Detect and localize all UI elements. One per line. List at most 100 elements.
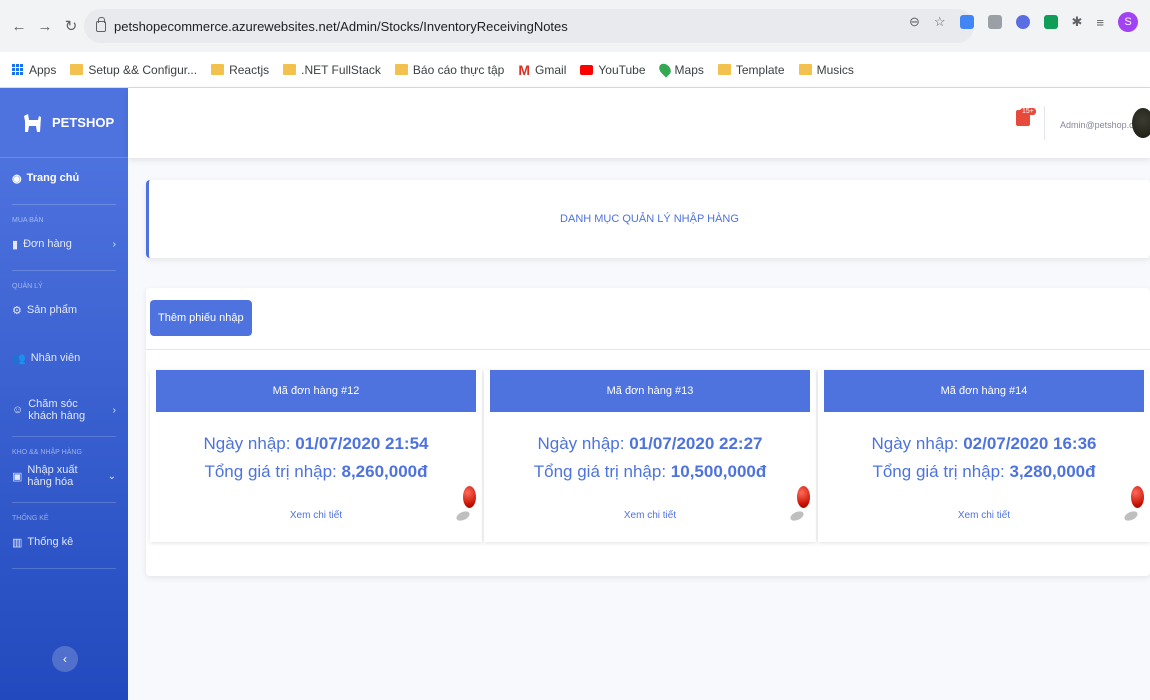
bookmark-label: Maps <box>674 62 704 77</box>
reload-icon[interactable]: ↻ <box>60 15 82 37</box>
section-heading: THỐNG KÊ <box>12 515 49 522</box>
folder-icon <box>211 64 225 75</box>
dog-icon <box>24 113 41 132</box>
total-label: Tổng giá trị nhập: <box>872 462 1010 481</box>
receiving-notes-card: Thêm phiếu nhập Mã đơn hàng #12 Ngày nhậ… <box>146 288 1150 576</box>
order-header: Mã đơn hàng #12 <box>156 370 476 412</box>
back-icon[interactable]: ← <box>8 15 30 37</box>
extension-icon[interactable] <box>1043 15 1058 29</box>
bookmark-dotnet[interactable]: .NET FullStack <box>283 63 381 77</box>
order-total: Tổng giá trị nhập: 8,260,000đ <box>150 462 482 482</box>
date-label: Ngày nhập: <box>871 434 964 453</box>
forward-icon[interactable]: → <box>34 15 56 37</box>
sidebar-item-customer-care[interactable]: ☺ Chăm sóc khách hàng › <box>0 390 128 430</box>
sidebar-item-label: Thống kê <box>27 536 74 548</box>
page-title-card: DANH MỤC QUẢN LÝ NHẬP HÀNG <box>146 180 1150 258</box>
bookmark-maps[interactable]: Maps <box>656 61 704 78</box>
support-icon: ☺ <box>12 404 24 416</box>
bookmarks-bar: Apps Setup && Configur... Reactjs .NET F… <box>0 52 1150 88</box>
sidebar-brand[interactable]: PETSHOP <box>0 88 128 158</box>
bookmark-label: Setup && Configur... <box>88 62 198 77</box>
folder-icon: ▮ <box>12 238 19 251</box>
folder-icon <box>717 64 731 75</box>
date-value: 01/07/2020 22:27 <box>629 434 763 453</box>
sidebar-toggle-button[interactable]: ‹ <box>52 646 78 672</box>
bookmark-label: Báo cáo thực tập <box>412 62 505 77</box>
order-header: Mã đơn hàng #14 <box>824 370 1144 412</box>
divider <box>12 502 116 503</box>
puzzle-icon[interactable]: ✱ <box>1072 14 1083 30</box>
url-text: petshopecommerce.azurewebsites.net/Admin… <box>114 18 568 34</box>
divider <box>1044 106 1045 140</box>
extension-icon[interactable] <box>959 15 974 29</box>
sidebar-item-stats[interactable]: ▥ Thống kê <box>0 522 128 562</box>
section-heading: KHO && NHẬP HÀNG <box>12 449 82 456</box>
pushpin-icon <box>1122 486 1144 526</box>
bookmark-gmail[interactable]: M Gmail <box>518 62 566 78</box>
view-details-link[interactable]: Xem chi tiết <box>150 510 482 521</box>
bookmark-youtube[interactable]: YouTube <box>580 62 646 77</box>
translate-icon[interactable] <box>987 15 1002 29</box>
sidebar-item-staff[interactable]: 👥 Nhân viên <box>0 338 128 378</box>
box-icon: ▣ <box>12 470 23 483</box>
view-details-link[interactable]: Xem chi tiết <box>818 510 1150 521</box>
date-value: 02/07/2020 16:36 <box>963 434 1097 453</box>
add-receiving-note-button[interactable]: Thêm phiếu nhập <box>150 300 252 336</box>
view-details-link[interactable]: Xem chi tiết <box>484 510 816 521</box>
sidebar-item-label: Đơn hàng <box>23 238 72 250</box>
divider <box>12 204 116 205</box>
bookmark-label: Template <box>735 62 785 77</box>
folder-icon <box>394 64 408 75</box>
bookmark-setup[interactable]: Setup && Configur... <box>70 63 197 77</box>
sidebar-item-import-export[interactable]: ▣ Nhập xuất hàng hóa ⌄ <box>0 456 128 496</box>
sidebar-item-label: Nhân viên <box>30 352 81 364</box>
address-bar[interactable]: petshopecommerce.azurewebsites.net/Admin… <box>84 9 974 43</box>
pushpin-icon <box>454 486 476 526</box>
total-value: 8,260,000đ <box>341 462 428 481</box>
total-label: Tổng giá trị nhập: <box>204 462 342 481</box>
bookmark-label: YouTube <box>598 62 646 77</box>
bookmark-apps[interactable]: Apps <box>12 63 56 77</box>
divider <box>12 270 116 271</box>
divider <box>12 436 116 437</box>
bookmark-template[interactable]: Template <box>717 62 785 77</box>
chevron-right-icon: › <box>112 404 116 416</box>
users-icon: 👥 <box>12 352 26 365</box>
sidebar-item-home[interactable]: ◉ Trang chủ <box>0 158 128 198</box>
browser-toolbar: ← → ↻ petshopecommerce.azurewebsites.net… <box>0 0 1150 52</box>
profile-avatar[interactable]: S <box>1118 12 1138 32</box>
divider <box>12 568 116 569</box>
section-heading: MUA BÁN <box>12 217 44 224</box>
zoom-icon[interactable]: ⊖ <box>909 14 920 30</box>
folder-icon <box>283 64 297 75</box>
order-date: Ngày nhập: 01/07/2020 22:27 <box>484 434 816 454</box>
alert-badge: 15+ <box>1020 108 1036 115</box>
sidebar-item-label: Sản phẩm <box>26 304 78 316</box>
sidebar-item-products[interactable]: ⚙ Sản phẩm <box>0 290 128 330</box>
order-date: Ngày nhập: 02/07/2020 16:36 <box>818 434 1150 454</box>
sidebar-item-label: Nhập xuất hàng hóa <box>27 464 78 488</box>
brand-name: PETSHOP <box>52 115 115 130</box>
order-header: Mã đơn hàng #13 <box>490 370 810 412</box>
order-card: Mã đơn hàng #14 Ngày nhập: 02/07/2020 16… <box>818 370 1150 542</box>
bookmark-label: Apps <box>29 62 57 77</box>
bookmark-reactjs[interactable]: Reactjs <box>211 63 269 77</box>
date-label: Ngày nhập: <box>203 434 296 453</box>
reading-list-icon[interactable]: ≡ <box>1096 15 1104 30</box>
bookmark-report[interactable]: Báo cáo thực tập <box>394 62 505 77</box>
pushpin-icon <box>788 486 810 526</box>
avatar[interactable] <box>1132 108 1150 138</box>
sidebar: PETSHOP ◉ Trang chủ MUA BÁN ▮ Đơn hàng ›… <box>0 88 128 700</box>
maps-icon <box>656 61 673 78</box>
order-card: Mã đơn hàng #12 Ngày nhập: 01/07/2020 21… <box>150 370 482 542</box>
chevron-down-icon: ⌄ <box>107 470 116 482</box>
bookmark-musics[interactable]: Musics <box>798 63 854 77</box>
page-title: DANH MỤC QUẢN LÝ NHẬP HÀNG <box>560 213 739 225</box>
total-value: 10,500,000đ <box>670 462 767 481</box>
bookmark-label: Reactjs <box>229 62 270 77</box>
star-icon[interactable]: ☆ <box>934 14 946 30</box>
extension-icon[interactable] <box>1015 15 1030 29</box>
sidebar-item-label: Chăm sóc khách hàng <box>28 398 86 422</box>
sidebar-item-orders[interactable]: ▮ Đơn hàng › <box>0 224 128 264</box>
bookmark-label: .NET FullStack <box>301 62 381 77</box>
